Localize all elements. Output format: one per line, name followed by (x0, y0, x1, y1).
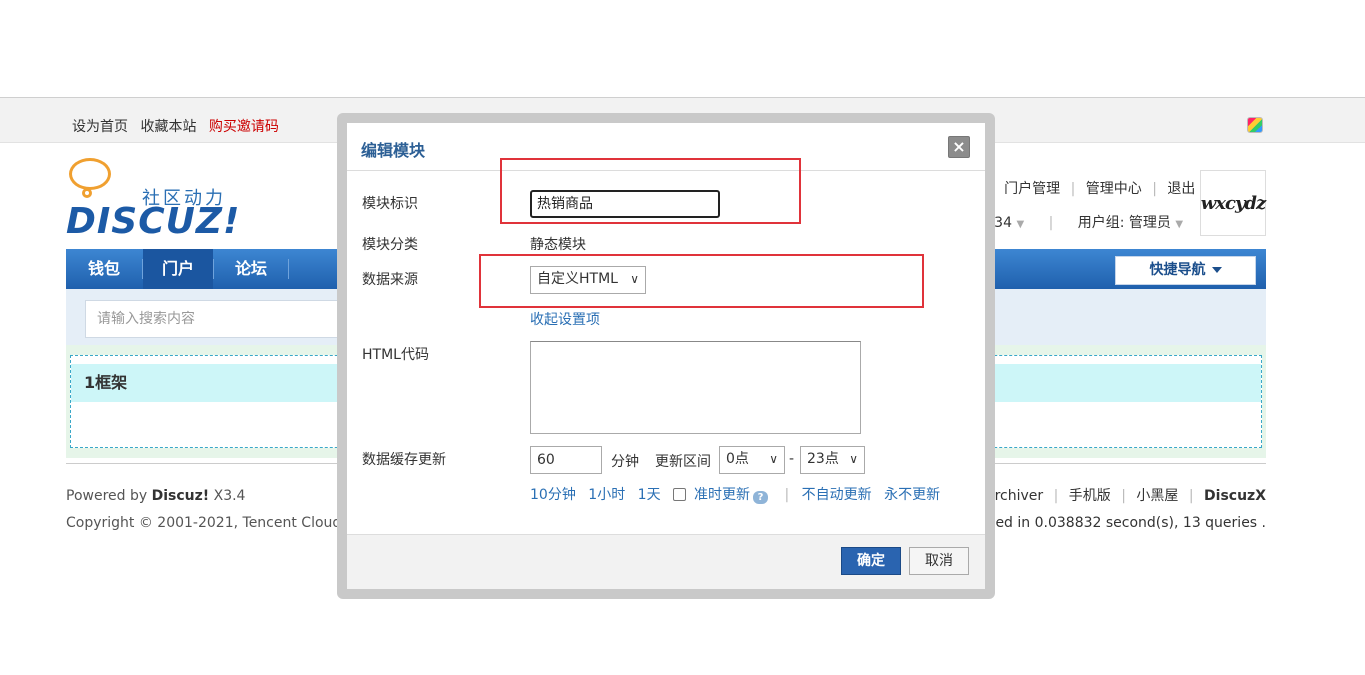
user-links: | 门户管理 | 管理中心 | 退出 (985, 178, 1197, 198)
logo-wordmark: DISCUZ! (66, 201, 241, 242)
footer-separator: | (1121, 488, 1126, 504)
annotation-box-data-source (479, 254, 924, 308)
processed-info: cessed in 0.038832 second(s), 13 queries… (964, 515, 1266, 531)
discuzx-link[interactable]: DiscuzX (1204, 488, 1266, 504)
annotation-box-block-id (500, 158, 801, 224)
logo-bubble-tail-icon (82, 188, 92, 198)
range-start-select[interactable]: 0点 ∨ (719, 446, 785, 474)
footer-links: | Archiver | 手机版 | 小黑屋 | DiscuzX (964, 483, 1266, 510)
portal-manage-link[interactable]: 门户管理 (1004, 181, 1060, 197)
quick-nav-button[interactable]: 快捷导航 (1115, 256, 1256, 285)
never-update-link[interactable]: 永不更新 (884, 487, 940, 503)
quick-10min-link[interactable]: 10分钟 (530, 487, 576, 503)
avatar[interactable]: wxcydz (1200, 170, 1266, 236)
logo-bubble-icon (69, 158, 111, 190)
powered-version: X3.4 (209, 488, 246, 504)
range-end-value: 23点 (807, 451, 839, 467)
chevron-down-icon: ∨ (849, 452, 858, 466)
set-home-link[interactable]: 设为首页 (72, 119, 128, 135)
top-links: 设为首页 收藏本站 购买邀请码 (72, 116, 287, 136)
theme-palette-icon[interactable] (1247, 117, 1263, 133)
dialog-footer: 确定 取消 (347, 534, 985, 589)
user-meta-separator: | (1048, 215, 1054, 231)
cache-unit-label: 分钟 (611, 454, 639, 470)
html-code-label: HTML代码 (362, 347, 429, 363)
caret-down-icon (1211, 267, 1222, 273)
chevron-down-icon: ▼ (1175, 219, 1184, 230)
block-id-label: 模块标识 (362, 196, 418, 212)
bookmark-link[interactable]: 收藏本站 (140, 119, 196, 135)
user-meta: : 34 ▼ | 用户组: 管理员 ▼ (985, 212, 1183, 232)
discuz-brand-link[interactable]: Discuz! (152, 488, 210, 504)
html-code-textarea[interactable] (530, 341, 861, 434)
chevron-down-icon: ∨ (769, 452, 778, 466)
user-link-separator: | (1152, 181, 1157, 197)
quick-1day-link[interactable]: 1天 (638, 487, 661, 503)
close-icon[interactable]: × (948, 136, 970, 158)
footer-separator: | (1053, 488, 1059, 504)
range-dash: - (789, 451, 795, 467)
chevron-down-icon: ▼ (1016, 219, 1025, 230)
admin-center-link[interactable]: 管理中心 (1086, 181, 1142, 197)
ontime-update-checkbox[interactable] (673, 488, 687, 501)
footer-left: Powered by Discuz! X3.4 Copyright © 2001… (66, 483, 346, 537)
dialog-title: 编辑模块 (361, 141, 426, 160)
cancel-button[interactable]: 取消 (909, 547, 969, 575)
update-range-label: 更新区间 (655, 454, 711, 470)
site-logo[interactable]: 社区动力 DISCUZ! (66, 158, 239, 242)
quick-1hour-link[interactable]: 1小时 (588, 487, 625, 503)
avatar-text: wxcydz (1200, 192, 1266, 214)
logout-link[interactable]: 退出 (1167, 181, 1195, 197)
cache-update-label: 数据缓存更新 (362, 452, 446, 468)
footer-separator: | (1188, 488, 1194, 504)
help-icon[interactable]: ? (753, 491, 769, 504)
nav-separator (288, 259, 289, 279)
quick-cache-options: 10分钟 1小时 1天 准时更新? | 不自动更新 永不更新 (530, 484, 948, 504)
copyright: Copyright © 2001-2021, Tencent Cloud. (66, 515, 346, 531)
block-category-value: 静态模块 (530, 237, 586, 253)
footer-right: | Archiver | 手机版 | 小黑屋 | DiscuzX cessed … (964, 483, 1266, 537)
no-auto-update-link[interactable]: 不自动更新 (802, 487, 872, 503)
quick-nav-label: 快捷导航 (1149, 262, 1206, 278)
ok-button[interactable]: 确定 (841, 547, 901, 575)
option-separator: | (784, 487, 790, 503)
user-link-separator: | (1070, 181, 1076, 197)
mobile-link[interactable]: 手机版 (1069, 488, 1111, 504)
data-source-label: 数据来源 (362, 272, 418, 288)
range-start-value: 0点 (726, 451, 749, 467)
powered-by: Powered by Discuz! X3.4 (66, 483, 346, 510)
cache-minutes-input[interactable]: 60 (530, 446, 602, 474)
ontime-update-label[interactable]: 准时更新 (694, 487, 750, 503)
range-end-select[interactable]: 23点 ∨ (800, 446, 865, 474)
powered-prefix: Powered by (66, 488, 152, 504)
nav-item-forum[interactable]: 论坛 (214, 249, 288, 289)
buy-invite-link[interactable]: 购买邀请码 (209, 119, 279, 135)
collapse-settings-link[interactable]: 收起设置项 (530, 309, 600, 329)
nav-item-portal[interactable]: 门户 (143, 249, 213, 289)
nav-item-wallet[interactable]: 钱包 (66, 249, 142, 289)
block-category-label: 模块分类 (362, 237, 418, 253)
user-group[interactable]: 用户组: 管理员 (1078, 215, 1171, 231)
blackroom-link[interactable]: 小黑屋 (1136, 488, 1178, 504)
